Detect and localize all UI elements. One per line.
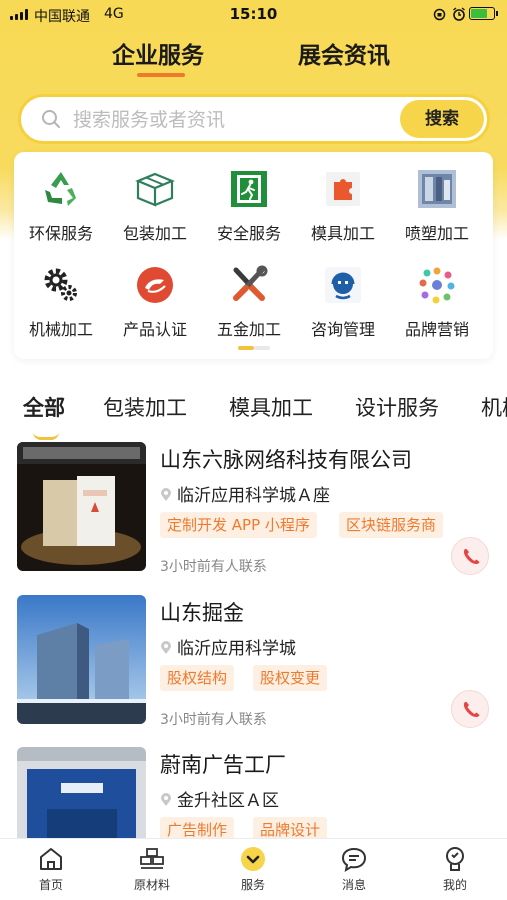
service-item-packaging[interactable]: 包装加工 [108,168,202,244]
certification-icon [137,267,173,303]
category-active-indicator [33,432,59,440]
contact-status: 3小时前有人联系 [160,712,267,728]
service-label: 模具加工 [310,224,375,243]
service-item-environmental[interactable]: 环保服务 [14,168,108,244]
search-icon [42,110,60,128]
list-item[interactable]: 山东六脉网络科技有限公司 临沂应用科学城Ａ座 定制开发 APP 小程序 区块链服… [0,442,507,592]
call-button[interactable] [451,537,489,575]
consulting-icon [325,267,361,303]
service-item-safety[interactable]: 安全服务 [202,168,296,244]
service-label: 产品认证 [122,320,187,339]
clock: 15:10 [229,5,278,23]
grid-page-indicator [238,346,270,350]
service-tag: 区块链服务商 [339,512,444,538]
service-item-hardware[interactable]: 五金加工 [202,264,296,340]
call-button[interactable] [451,690,489,728]
profile-icon [446,847,464,871]
package-icon [135,172,175,207]
tools-icon [233,265,268,301]
location-text: 金升社区Ａ区 [177,791,279,811]
service-icon [241,847,265,871]
service-tag: 股权结构 [160,665,235,691]
company-location: 临沂应用科学城Ａ座 [160,481,330,506]
service-item-brand-marketing[interactable]: 品牌营销 [390,264,484,340]
company-name: 蔚南广告工厂 [160,753,286,777]
recycle-icon [45,172,76,206]
nav-messages[interactable]: 消息 [314,845,394,893]
category-tab-mold[interactable]: 模具加工 [229,392,313,422]
gears-icon [44,268,77,301]
service-label: 五金加工 [216,320,281,339]
service-grid: 环保服务 包装加工 安全服务 模具加工 喷塑加工 机械加工 产品认证 五金加工 … [14,152,493,359]
nav-profile[interactable]: 我的 [415,845,495,893]
service-label: 包装加工 [122,224,187,243]
tab-exhibition-news[interactable]: 展会资讯 [298,36,390,70]
service-item-consulting[interactable]: 咨询管理 [296,264,390,340]
category-tabs: 全部 包装加工 模具加工 设计服务 机械 [0,390,507,426]
category-tab-design[interactable]: 设计服务 [355,392,439,422]
phone-icon [463,549,480,565]
category-tab-machinery[interactable]: 机械 [481,392,507,422]
nav-materials[interactable]: 原材料 [112,845,192,893]
company-thumbnail [17,595,146,724]
nav-label: 服务 [240,878,265,892]
materials-icon [140,848,164,869]
category-tab-packaging[interactable]: 包装加工 [103,392,187,422]
status-bar: 中国联通 4G 15:10 [0,0,507,30]
search-button[interactable]: 搜索 [400,100,484,138]
service-tag: 定制开发 APP 小程序 [160,512,317,538]
nav-services[interactable]: 服务 [213,845,293,893]
service-item-certification[interactable]: 产品认证 [108,264,202,340]
location-pin-icon [161,793,171,806]
spray-booth-icon [418,170,456,208]
service-label: 喷塑加工 [404,224,469,243]
mold-puzzle-icon [326,172,360,206]
nav-label: 消息 [341,878,366,892]
safety-exit-icon [231,171,267,207]
service-item-spray-coating[interactable]: 喷塑加工 [390,168,484,244]
company-name: 山东六脉网络科技有限公司 [160,448,412,472]
location-text: 临沂应用科学城 [177,639,296,659]
service-label: 品牌营销 [404,320,469,339]
search-input[interactable] [73,106,393,134]
battery-icon [469,7,498,20]
bottom-navigation: 首页 原材料 服务 消息 我的 [0,838,507,900]
contact-status: 3小时前有人联系 [160,559,267,575]
service-item-mold[interactable]: 模具加工 [296,168,390,244]
service-label: 咨询管理 [310,320,375,339]
service-label: 安全服务 [216,224,281,243]
service-tag: 股权变更 [253,665,328,691]
list-item[interactable]: 山东掘金 临沂应用科学城 股权结构 股权变更 3小时前有人联系 [0,595,507,745]
nav-label: 我的 [442,878,467,892]
alarm-icon [453,7,465,21]
search-bar: 搜索 [18,94,490,144]
location-pin-icon [161,488,171,501]
nav-label: 原材料 [133,878,170,892]
nav-label: 首页 [38,878,63,892]
message-icon [341,847,367,873]
rotation-lock-icon [433,8,446,21]
service-label: 环保服务 [28,224,93,243]
phone-icon [463,702,480,718]
location-text: 临沂应用科学城Ａ座 [177,486,330,506]
service-item-machining[interactable]: 机械加工 [14,264,108,340]
service-label: 机械加工 [28,320,93,339]
category-tab-all[interactable]: 全部 [23,392,65,422]
home-icon [40,848,62,870]
location-pin-icon [161,641,171,654]
company-location: 金升社区Ａ区 [160,786,279,811]
active-tab-indicator [137,73,185,77]
company-name: 山东掘金 [160,601,244,625]
nav-home[interactable]: 首页 [11,845,91,893]
company-location: 临沂应用科学城 [160,634,296,659]
brand-network-icon [419,267,455,304]
company-thumbnail [17,442,146,571]
tab-enterprise-services[interactable]: 企业服务 [112,36,204,70]
